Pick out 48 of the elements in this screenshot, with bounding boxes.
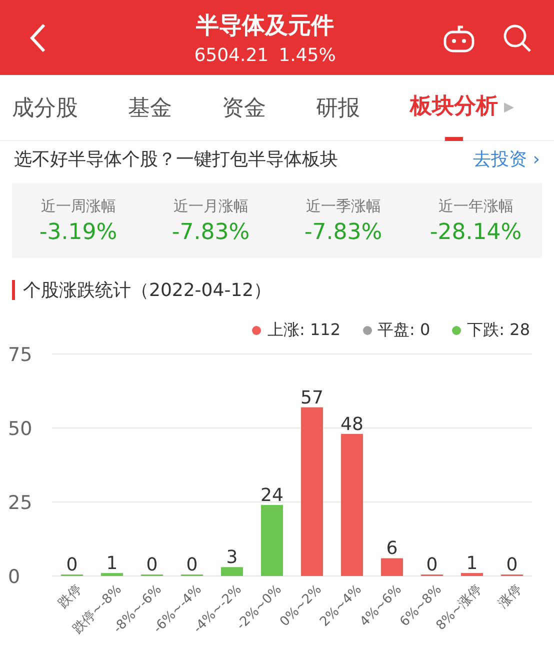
y-axis-label: 50 xyxy=(8,418,32,440)
y-axis-label: 25 xyxy=(8,492,32,514)
tab[interactable]: 研报 xyxy=(316,74,360,140)
search-icon[interactable] xyxy=(502,22,532,52)
bar-value: 1 xyxy=(466,553,478,574)
bar-value: 0 xyxy=(506,554,518,576)
promo-text: 选不好半导体个股？一键打包半导体板块 xyxy=(14,148,338,171)
bar-value: 57 xyxy=(300,387,324,408)
stat-value: -3.19% xyxy=(39,220,118,244)
y-axis-label: 75 xyxy=(8,344,32,366)
x-axis-label: 涨停 xyxy=(496,582,525,612)
bar-value: 48 xyxy=(340,414,364,435)
tab[interactable]: 板块分析 xyxy=(410,74,498,140)
bar xyxy=(261,504,283,576)
stat-value: -7.83% xyxy=(172,220,250,244)
bar-value: 0 xyxy=(146,554,158,576)
bar xyxy=(101,573,123,576)
index-price: 6504.21 xyxy=(194,44,269,66)
tab[interactable]: 资金 xyxy=(222,74,266,140)
bar xyxy=(221,567,243,576)
bar-value: 0 xyxy=(186,554,198,576)
tab[interactable]: 成分股 xyxy=(12,74,78,140)
stat-label: 近一季涨幅 xyxy=(306,196,381,216)
x-axis-label: 跌停 xyxy=(56,582,85,612)
bar xyxy=(461,573,483,576)
invest-link[interactable]: 去投资 › xyxy=(473,147,540,171)
index-change: 1.45% xyxy=(278,44,336,66)
stat-label: 近一月涨幅 xyxy=(173,196,248,216)
legend-label: 下跌: 28 xyxy=(467,320,530,341)
stat-label: 近一周涨幅 xyxy=(40,196,116,216)
bar-value: 0 xyxy=(66,554,78,576)
stat-value: -7.83% xyxy=(304,220,382,244)
section-title: 个股涨跌统计（2022-04-12） xyxy=(23,279,272,302)
legend-label: 上涨: 112 xyxy=(267,320,340,341)
back-icon[interactable] xyxy=(28,22,48,54)
bar-value: 24 xyxy=(260,484,284,506)
stat-value: -28.14% xyxy=(430,220,522,244)
legend-label: 平盘: 0 xyxy=(378,320,430,341)
bar-value: 1 xyxy=(106,553,118,574)
stat-label: 近一年涨幅 xyxy=(438,196,514,216)
y-axis-label: 0 xyxy=(8,566,20,588)
bar-value: 3 xyxy=(226,547,238,568)
bar-value: 6 xyxy=(386,538,398,560)
section-marker xyxy=(12,280,15,300)
bar xyxy=(381,558,403,576)
bar-value: 0 xyxy=(426,554,438,576)
tab[interactable]: 基金 xyxy=(128,74,172,140)
page-title: 半导体及元件 xyxy=(196,12,334,40)
